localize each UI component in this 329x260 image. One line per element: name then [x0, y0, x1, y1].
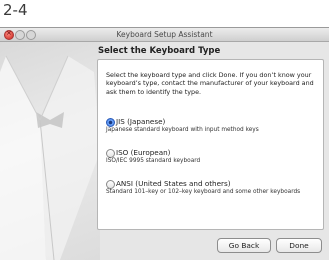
done-button[interactable]: Done	[276, 238, 322, 253]
option-iso-title: ISO (European)	[116, 148, 171, 157]
option-ansi-description: Standard 101–key or 102–key keyboard and…	[106, 189, 301, 195]
option-ansi-title: ANSI (United States and others)	[116, 179, 231, 188]
option-jis-title: JIS (Japanese)	[116, 117, 166, 126]
instructions-text: Select the keyboard type and click Done.…	[106, 71, 314, 96]
title-bar: × Keyboard Setup Assistant	[0, 28, 329, 42]
page-heading: Select the Keyboard Type	[98, 46, 221, 56]
option-jis-description: Japanese standard keyboard with input me…	[106, 127, 259, 133]
keyboard-setup-window: × Keyboard Setup Assistant Select the Ke…	[0, 27, 329, 260]
figure-number: 2-4	[3, 1, 28, 19]
option-iso-description: ISO/IEC 9995 standard keyboard	[106, 158, 201, 164]
go-back-button[interactable]: Go Back	[217, 238, 271, 253]
radio-iso[interactable]	[106, 149, 115, 158]
content-panel: Select the keyboard type and click Done.…	[97, 59, 324, 230]
radio-jis[interactable]	[106, 118, 115, 127]
window-title: Keyboard Setup Assistant	[116, 30, 213, 39]
tuxedo-background-illustration	[0, 42, 100, 260]
radio-ansi[interactable]	[106, 180, 115, 189]
tuxedo-illustration	[0, 55, 100, 260]
